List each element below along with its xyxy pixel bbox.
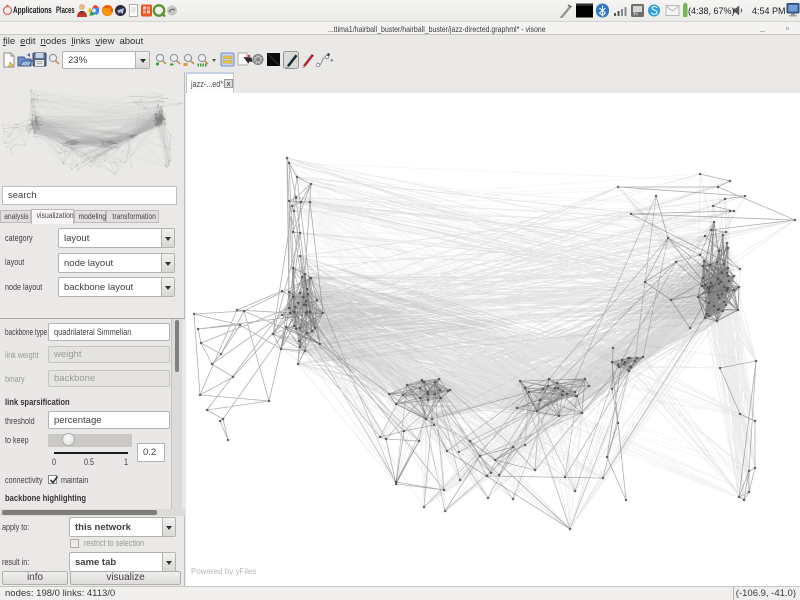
svg-text:Fi: Fi <box>634 12 638 18</box>
